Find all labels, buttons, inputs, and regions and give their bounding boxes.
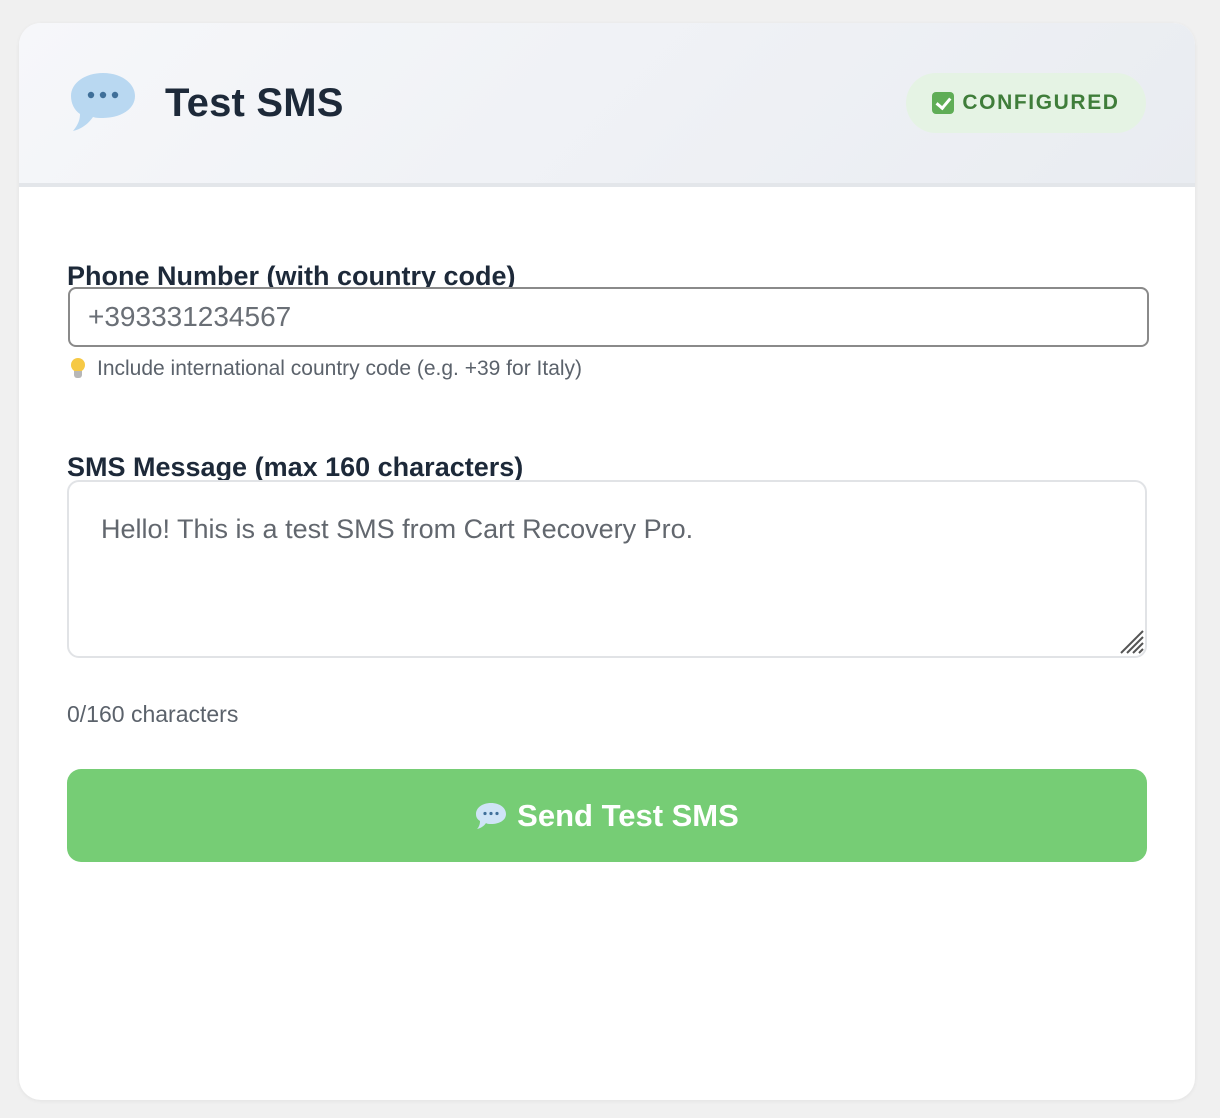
phone-hint: Include international country code (e.g.… bbox=[67, 355, 582, 383]
check-icon bbox=[932, 92, 955, 114]
sms-message-textarea[interactable] bbox=[67, 480, 1147, 658]
page-title: Test SMS bbox=[165, 81, 344, 125]
speech-bubble-icon bbox=[476, 802, 507, 829]
card-header: Test SMS CONFIGURED bbox=[19, 23, 1195, 187]
test-sms-card: Test SMS CONFIGURED Phone Number (with c… bbox=[19, 23, 1195, 1100]
status-badge: CONFIGURED bbox=[906, 73, 1146, 133]
status-badge-label: CONFIGURED bbox=[962, 91, 1120, 114]
resize-handle-icon[interactable] bbox=[1117, 627, 1145, 655]
phone-number-input[interactable] bbox=[68, 287, 1149, 347]
character-counter: 0/160 characters bbox=[67, 701, 239, 727]
send-test-sms-button[interactable]: Send Test SMS bbox=[67, 769, 1147, 862]
message-field-label: SMS Message (max 160 characters) bbox=[67, 452, 524, 482]
send-button-label: Send Test SMS bbox=[517, 797, 739, 833]
phone-hint-text: Include international country code (e.g.… bbox=[97, 357, 583, 380]
speech-bubble-icon bbox=[71, 73, 135, 131]
lightbulb-icon bbox=[67, 357, 89, 381]
